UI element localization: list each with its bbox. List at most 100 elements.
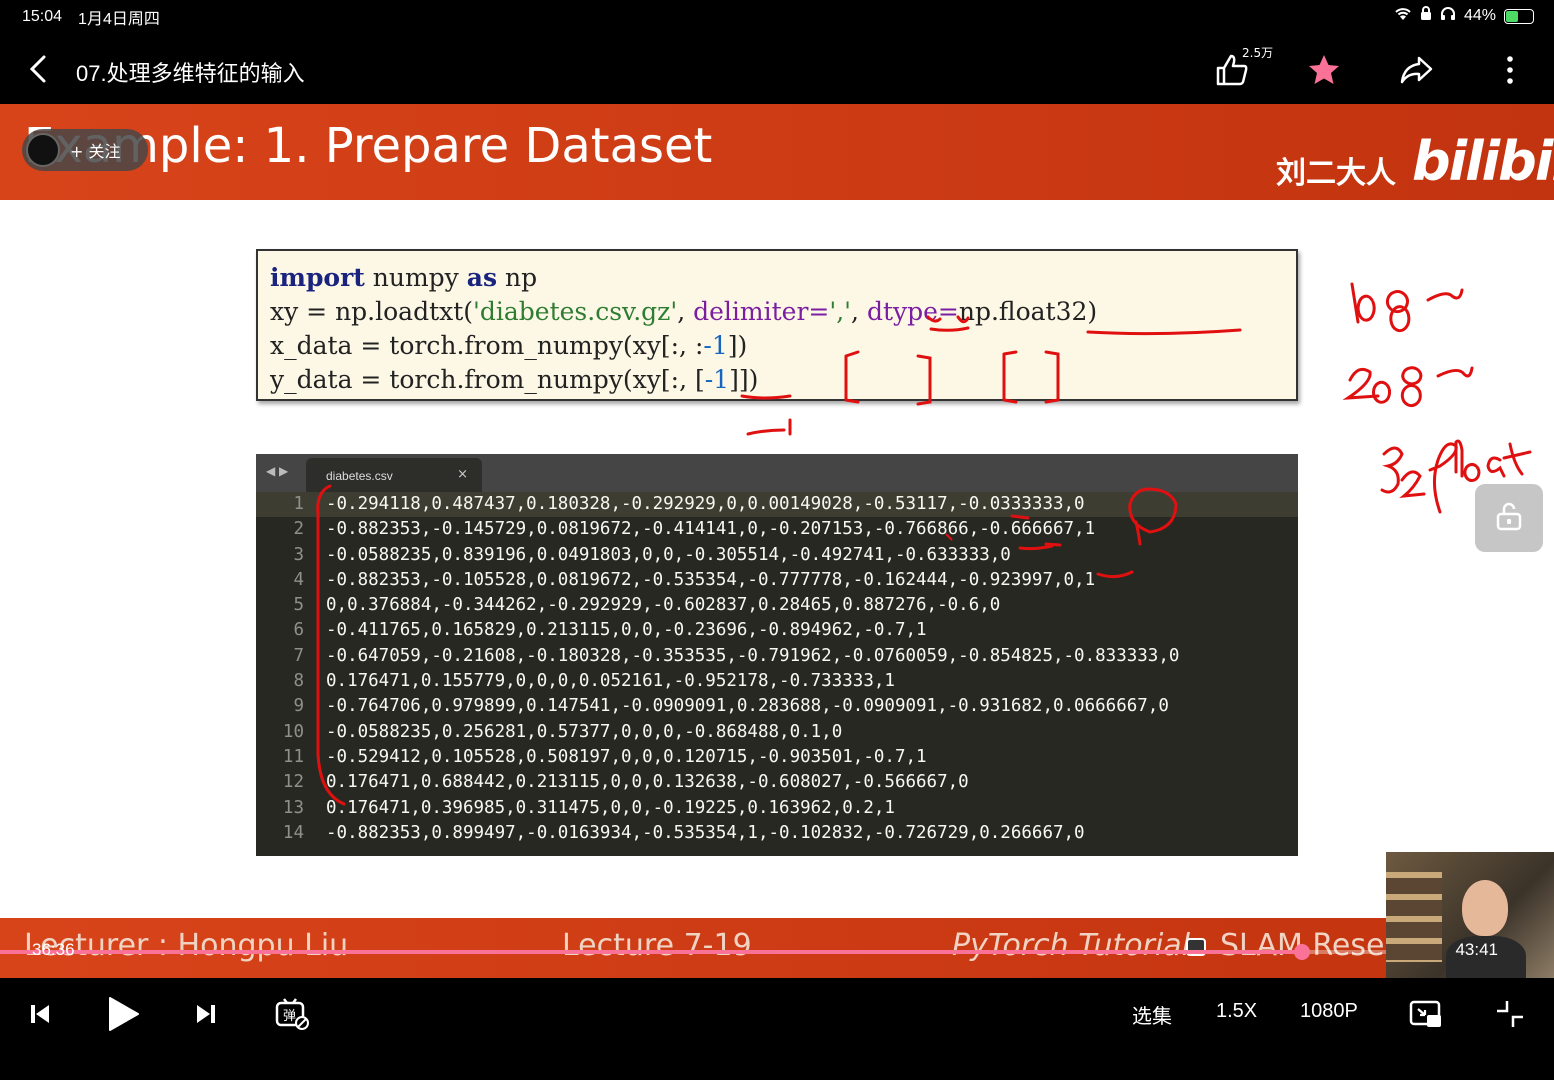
text-editor: ◀ ▶ diabetes.csv × 1 -0.294118,0.487437,0… — [256, 454, 1298, 856]
editor-line: 13 0.176471,0.396985,0.311475,0,0,-0.1922… — [256, 796, 1298, 821]
line-number: 7 — [293, 645, 304, 666]
video-top-bar: 07.处理多维特征的输入 2.5万 — [0, 34, 1554, 104]
bilibili-logo: bilibili — [1412, 130, 1554, 193]
line-text: -0.0588235,0.256281,0.57377,0,0,0,-0.868… — [326, 721, 843, 742]
status-date: 1月4日周四 — [78, 11, 160, 28]
editor-lines: 1 -0.294118,0.487437,0.180328,-0.292929,0… — [256, 492, 1298, 846]
editor-line: 2 -0.882353,-0.145729,0.0819672,-0.414141… — [256, 517, 1298, 542]
code-token: np.float32) — [958, 297, 1098, 326]
follow-button[interactable]: + 关注 — [22, 129, 148, 171]
line-text: -0.764706,0.979899,0.147541,-0.0909091,0… — [326, 696, 1169, 717]
play-icon[interactable] — [98, 994, 146, 1034]
pip-icon[interactable] — [1406, 994, 1446, 1034]
editor-line: 14 -0.882353,0.899497,-0.0163934,-0.53535… — [256, 821, 1298, 846]
editor-line: 7 -0.647059,-0.21608,-0.180328,-0.353535,… — [256, 644, 1298, 669]
progress-bar[interactable] — [0, 944, 1554, 960]
code-token: , — [851, 297, 867, 326]
code-line: xy = np.loadtxt('diabetes.csv.gz', delim… — [270, 295, 1284, 329]
like-count: 2.5万 — [1242, 46, 1274, 60]
progress-fill — [0, 950, 1303, 954]
line-number: 9 — [293, 696, 304, 717]
playback-controls: 弹 选集 1.5X 1080P — [0, 978, 1554, 1080]
code-token: ]]) — [729, 365, 759, 394]
code-token: 'diabetes.csv.gz' — [473, 297, 678, 326]
editor-line: 11 -0.529412,0.105528,0.508197,0,0,0.1207… — [256, 745, 1298, 770]
code-token: ]) — [727, 331, 748, 360]
line-text: 0.176471,0.155779,0,0,0,0.052161,-0.9521… — [326, 671, 895, 692]
tab-filename: diabetes.csv — [326, 469, 393, 483]
next-icon[interactable] — [188, 994, 224, 1034]
battery-percent: 44% — [1463, 7, 1496, 24]
uploader-avatar — [26, 133, 60, 167]
code-token: xy = np.loadtxt( — [270, 297, 474, 326]
code-line: import numpy as np — [270, 261, 1284, 295]
editor-line: 1 -0.294118,0.487437,0.180328,-0.292929,0… — [256, 492, 1298, 518]
speed-button[interactable]: 1.5X — [1216, 1000, 1257, 1023]
footer-slam: SLAM Resea — [1220, 928, 1403, 963]
star-icon[interactable] — [1304, 50, 1344, 90]
footer-tutorial: PyTorch Tutorial — [952, 928, 1191, 963]
code-token: dtype= — [866, 297, 959, 326]
episodes-button[interactable]: 选集 — [1132, 1000, 1172, 1029]
danmaku-toggle-icon[interactable]: 弹 — [272, 994, 312, 1034]
line-number: 11 — [282, 746, 304, 767]
prev-icon[interactable] — [22, 994, 58, 1034]
current-time: 36:36 — [32, 940, 75, 959]
line-number: 5 — [293, 595, 304, 616]
code-token: delimiter= — [693, 297, 830, 326]
code-token: -1 — [704, 365, 730, 394]
video-player[interactable]: Example: 1. Prepare Dataset + 关注 刘二大人 bi… — [0, 104, 1554, 978]
back-icon[interactable] — [24, 52, 54, 86]
editor-line: 8 0.176471,0.155779,0,0,0,0.052161,-0.952… — [256, 669, 1298, 694]
status-right: 44% — [1394, 6, 1534, 26]
line-number: 13 — [282, 797, 304, 818]
line-number: 6 — [293, 620, 304, 641]
status-time: 15:04 — [22, 8, 63, 25]
code-token: y_data = torch.from_numpy(xy[:, [ — [270, 365, 705, 394]
editor-line: 6 -0.411765,0.165829,0.213115,0,0,-0.2369… — [256, 618, 1298, 643]
lock-rotation-icon — [1420, 6, 1432, 26]
slide-footer: Lecturer : Hongpu Liu Lecture 7-19 PyTor… — [0, 918, 1554, 978]
line-number: 10 — [282, 721, 304, 742]
exit-fullscreen-icon[interactable] — [1490, 994, 1530, 1034]
share-icon[interactable] — [1396, 50, 1436, 90]
code-snippet: import numpy as np xy = np.loadtxt('diabe… — [256, 249, 1298, 401]
footer-lecture: Lecture 7-19 — [562, 928, 752, 963]
code-line: y_data = torch.from_numpy(xy[:, [-1]]) — [270, 363, 1284, 397]
unlock-icon — [1494, 501, 1524, 535]
editor-line: 10 -0.0588235,0.256281,0.57377,0,0,0,-0.8… — [256, 720, 1298, 745]
line-text: 0,0.376884,-0.344262,-0.292929,-0.602837… — [326, 595, 1001, 616]
svg-text:弹: 弹 — [283, 1009, 296, 1024]
battery-icon — [1504, 8, 1534, 24]
follow-label: + 关注 — [70, 142, 121, 161]
line-text: -0.529412,0.105528,0.508197,0,0,0.120715… — [326, 746, 927, 767]
code-token: -1 — [703, 331, 728, 360]
editor-line: 3 -0.0588235,0.839196,0.0491803,0,0,-0.30… — [256, 543, 1298, 568]
more-icon[interactable] — [1490, 50, 1530, 90]
line-text: 0.176471,0.396985,0.311475,0,0,-0.19225,… — [326, 797, 895, 818]
screen-lock-button[interactable] — [1475, 484, 1543, 552]
uploader-watermark: 刘二大人 — [1276, 156, 1396, 191]
editor-line: 4 -0.882353,-0.105528,0.0819672,-0.535354… — [256, 568, 1298, 593]
editor-line: 5 0,0.376884,-0.344262,-0.292929,-0.60283… — [256, 593, 1298, 618]
line-number: 4 — [293, 569, 304, 590]
line-text: 0.176471,0.688442,0.213115,0,0,0.132638,… — [326, 772, 969, 793]
line-number: 2 — [293, 519, 304, 540]
code-token: numpy — [364, 263, 467, 292]
line-number: 1 — [293, 494, 304, 514]
line-number: 8 — [293, 671, 304, 692]
editor-line: 9 -0.764706,0.979899,0.147541,-0.0909091,… — [256, 694, 1298, 719]
code-token: x_data = torch.from_numpy(xy[:, : — [270, 331, 704, 360]
tab-nav-arrows: ◀ ▶ — [266, 464, 289, 478]
code-token: import — [270, 263, 365, 292]
quality-button[interactable]: 1080P — [1300, 1000, 1358, 1023]
slide-banner: Example: 1. Prepare Dataset + 关注 刘二大人 bi… — [0, 104, 1554, 200]
line-number: 12 — [282, 772, 304, 793]
wifi-icon — [1394, 7, 1412, 26]
line-text: -0.411765,0.165829,0.213115,0,0,-0.23696… — [326, 620, 927, 641]
code-token: ',' — [829, 297, 852, 326]
headphones-icon — [1440, 6, 1456, 26]
tab-close-icon: × — [457, 467, 468, 482]
line-text: -0.647059,-0.21608,-0.180328,-0.353535,-… — [326, 645, 1180, 666]
video-title: 07.处理多维特征的输入 — [76, 61, 305, 86]
